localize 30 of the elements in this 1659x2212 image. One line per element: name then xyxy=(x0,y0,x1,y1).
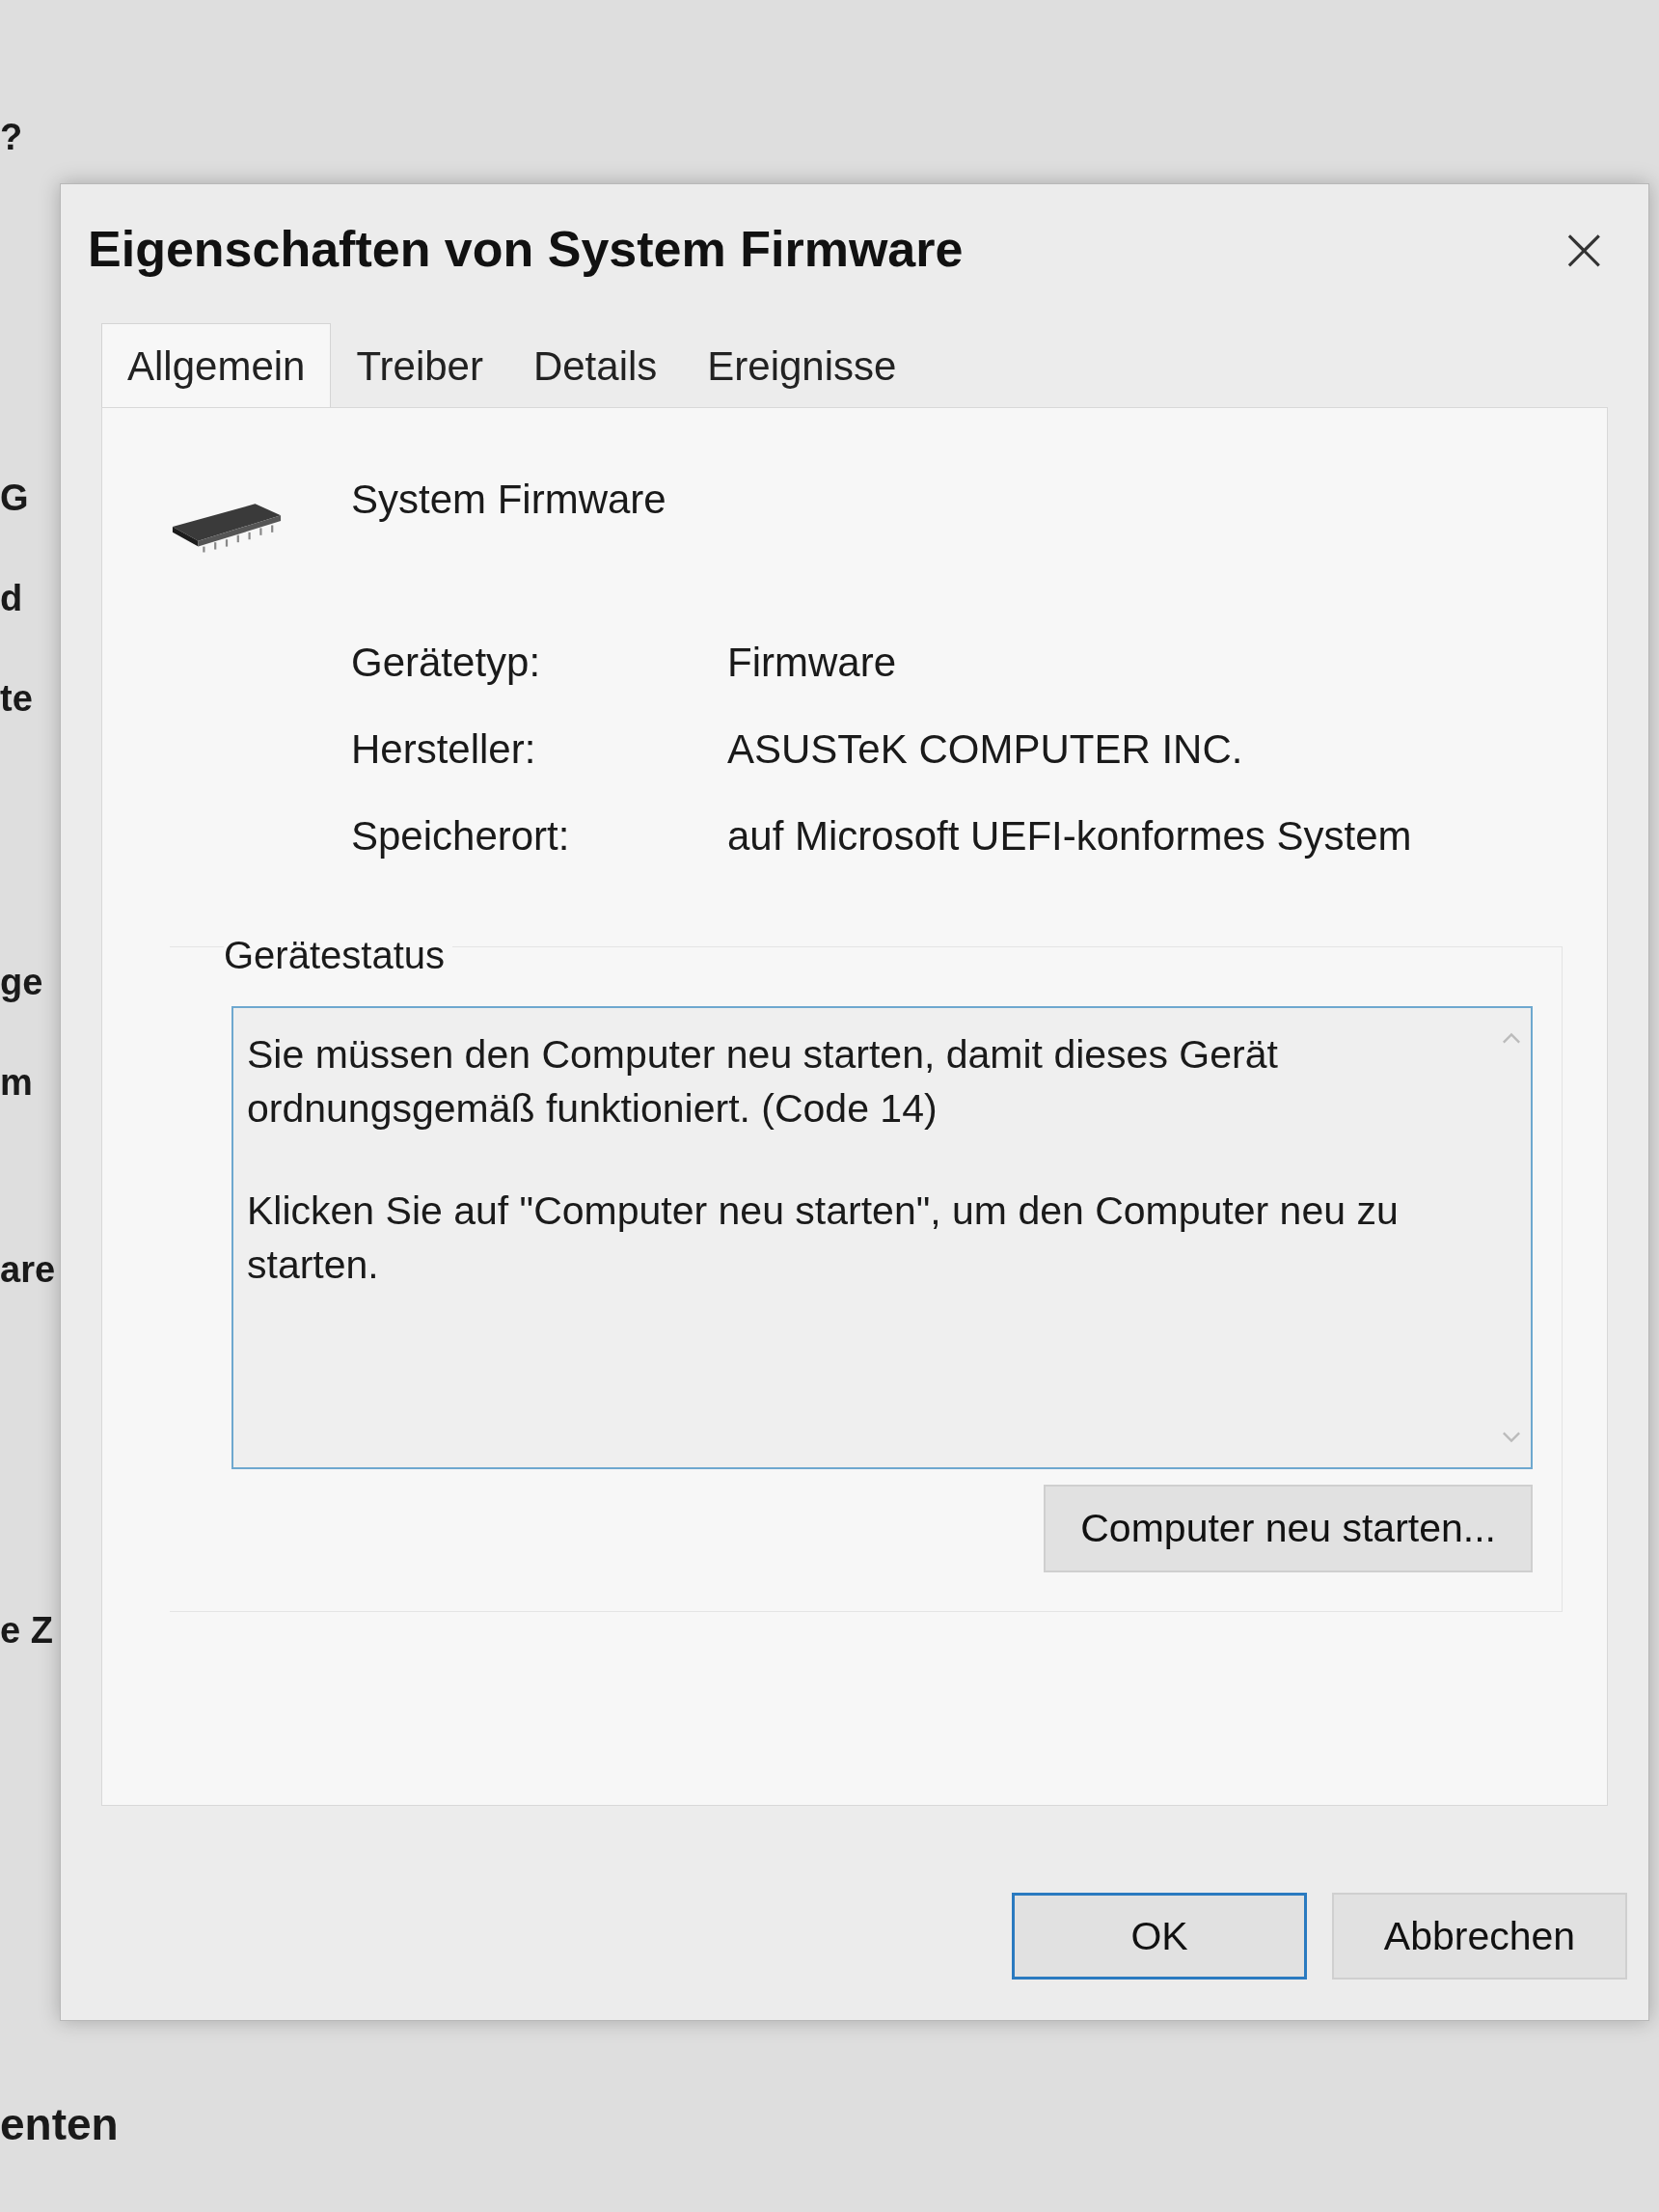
dialog-button[interactable]: OK xyxy=(1012,1893,1307,1980)
status-message: Sie müssen den Computer neu starten, damit dieses Gerät ordnungsgemäß funktioniert. (Code 14) xyxy=(247,1031,1279,1133)
tab[interactable]: Treiber xyxy=(331,332,508,407)
background-text: are xyxy=(0,1248,56,1291)
background-text: e Z xyxy=(0,1609,53,1652)
dialog-button[interactable]: Abbrechen xyxy=(1332,1893,1627,1980)
property-label: Hersteller: xyxy=(351,726,537,773)
close-button[interactable]: × xyxy=(1548,213,1619,285)
window-title: Eigenschaften von System Firmware xyxy=(88,220,964,278)
background-text: enten xyxy=(0,2098,120,2150)
restart-button[interactable]: Computer neu starten... xyxy=(1044,1485,1533,1572)
property-value: ASUSTeK COMPUTER INC. xyxy=(727,726,1244,773)
status-message: Klicken Sie auf "Computer neu starten", um den Computer neu zu starten. xyxy=(247,1188,1400,1289)
tab[interactable]: Allgemein xyxy=(101,323,332,407)
scroll-up-icon[interactable] xyxy=(1500,1031,1523,1045)
device-name: System Firmware xyxy=(351,477,666,523)
property-value: Firmware xyxy=(727,640,897,686)
tab[interactable]: Ereignisse xyxy=(682,332,922,407)
scroll-down-icon[interactable] xyxy=(1500,1431,1523,1444)
background-text: d xyxy=(0,577,23,619)
property-value: auf Microsoft UEFI-konformes System xyxy=(727,813,1413,860)
property-label: Gerätetyp: xyxy=(351,640,542,686)
background-text: ? xyxy=(0,116,23,158)
background-text: m xyxy=(0,1061,33,1104)
background-text: G xyxy=(0,477,29,519)
background-text: te xyxy=(0,677,33,720)
background-text: ge xyxy=(0,961,43,1003)
status-text-box[interactable]: Sie müssen den Computer neu starten, damit dieses Gerät ordnungsgemäß funktioniert. (Code 14) Klicken Sie auf "Computer neu starten", um den Computer neu zu starten. xyxy=(231,1006,1533,1469)
property-label: Speicherort: xyxy=(351,813,571,860)
tab[interactable]: Details xyxy=(507,332,683,407)
